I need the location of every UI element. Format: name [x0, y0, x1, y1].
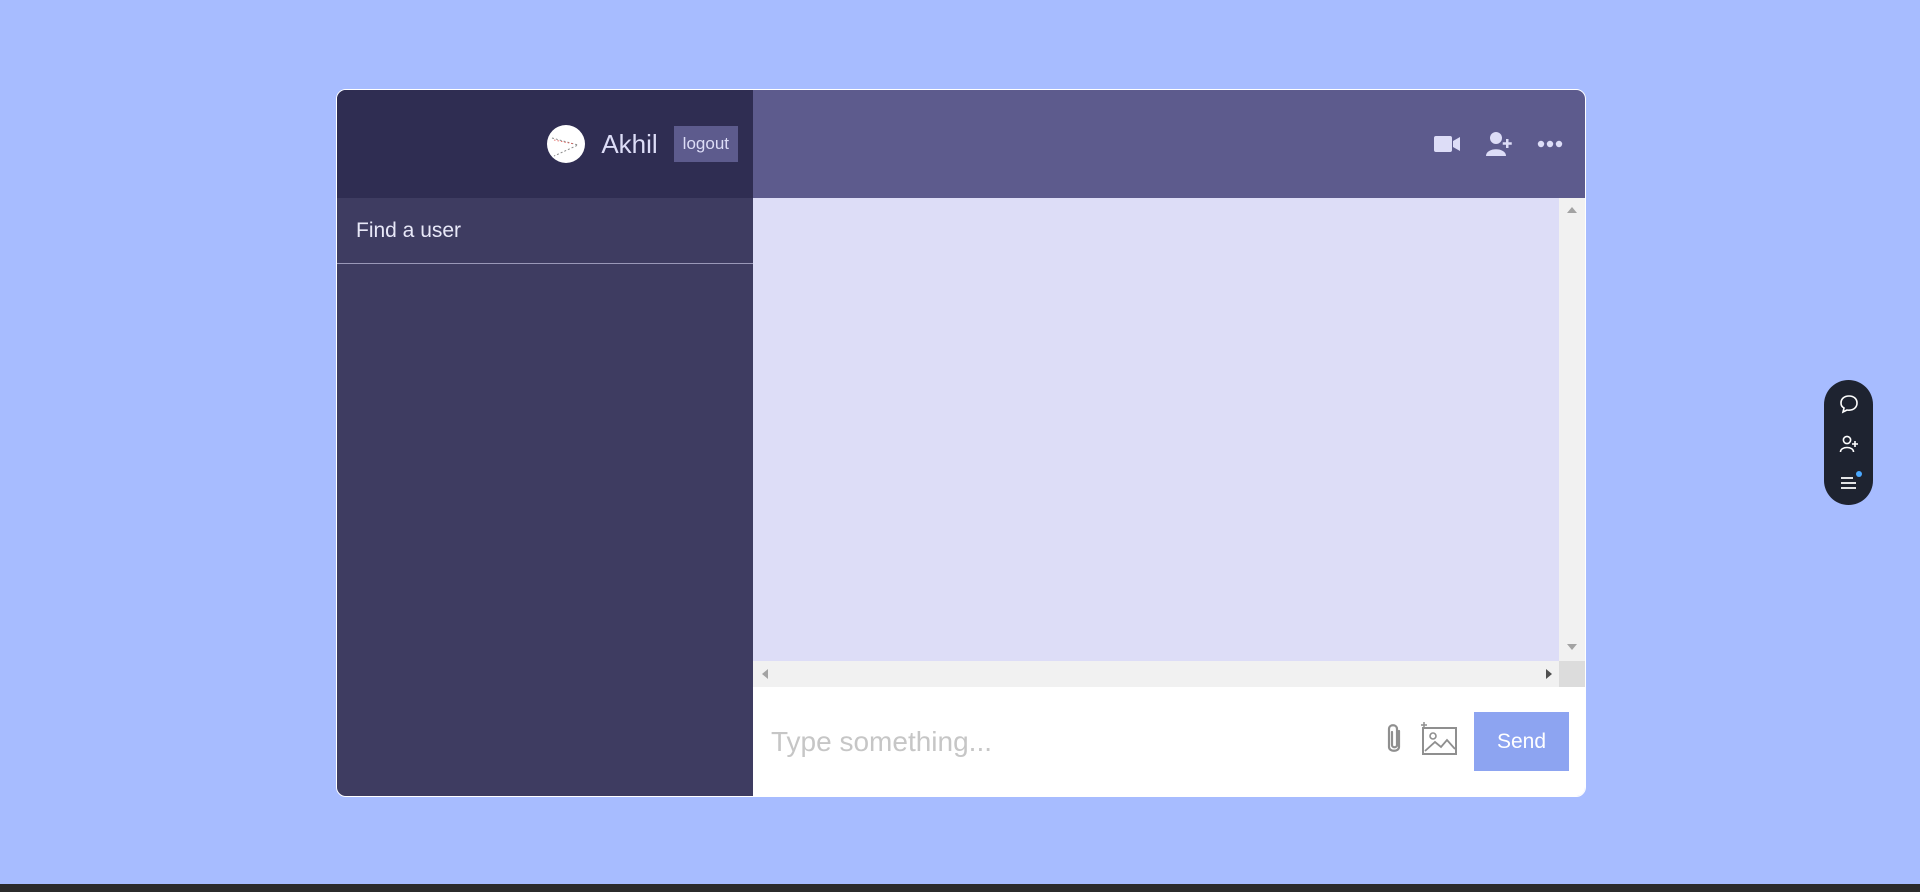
floating-widget: [1824, 380, 1873, 505]
add-user-icon[interactable]: [1839, 434, 1859, 454]
attach-icon[interactable]: [1382, 721, 1406, 762]
bottom-taskbar-strip: [0, 884, 1920, 892]
chat-bubble-icon[interactable]: [1839, 394, 1859, 414]
image-icon[interactable]: [1420, 722, 1458, 761]
scroll-right-arrow-icon[interactable]: [1546, 669, 1552, 679]
message-composer: Send: [753, 687, 1585, 796]
avatar-image-icon: [552, 137, 580, 157]
logout-button[interactable]: logout: [673, 126, 738, 162]
add-user-icon[interactable]: [1485, 130, 1513, 158]
send-button[interactable]: Send: [1474, 712, 1569, 771]
messages-area: [753, 198, 1585, 687]
menu-list-icon[interactable]: [1839, 470, 1862, 492]
username: Akhil: [601, 128, 658, 159]
more-icon[interactable]: [1537, 140, 1563, 148]
avatar: [547, 125, 586, 163]
chat-list: [337, 264, 753, 796]
notification-dot: [1855, 470, 1862, 477]
sidebar-navbar: Akhil logout: [337, 90, 753, 198]
vertical-scrollbar[interactable]: [1559, 198, 1585, 661]
scrollbar-corner: [1559, 661, 1585, 687]
chat-header: [753, 90, 1585, 198]
send-area: Send: [1382, 712, 1569, 771]
user-search: [337, 198, 753, 264]
scroll-down-arrow-icon[interactable]: [1567, 644, 1577, 650]
scroll-up-arrow-icon[interactable]: [1567, 207, 1577, 213]
message-input[interactable]: [771, 725, 1382, 758]
search-input[interactable]: [356, 218, 753, 243]
messages-list: [753, 198, 1561, 661]
video-camera-icon[interactable]: [1433, 134, 1461, 154]
horizontal-scrollbar[interactable]: [753, 661, 1561, 687]
scroll-left-arrow-icon[interactable]: [762, 669, 768, 679]
sidebar: Akhil logout: [337, 90, 753, 796]
chat-app-container: Akhil logout Find a user Type something.…: [336, 89, 1586, 797]
chat-panel: Send: [753, 90, 1585, 796]
